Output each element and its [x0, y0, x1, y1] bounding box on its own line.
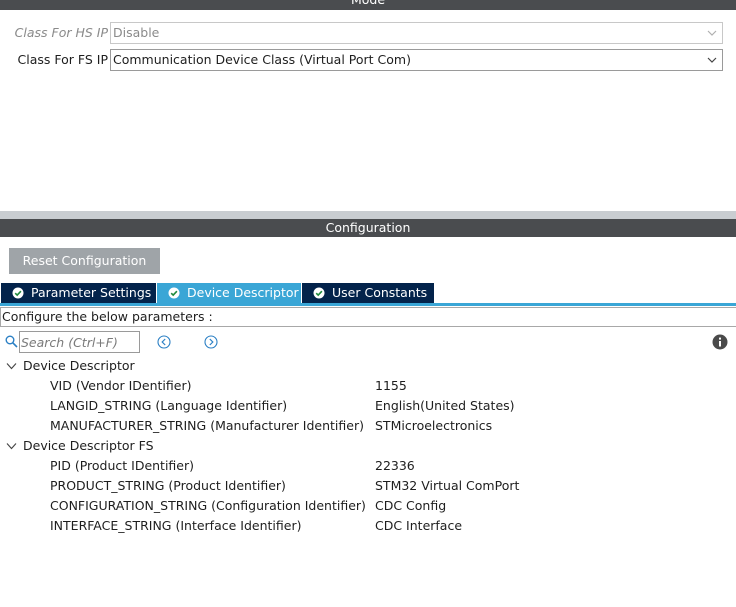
tab-user-constants[interactable]: User Constants: [302, 283, 434, 303]
param-row[interactable]: CONFIGURATION_STRING (Configuration Iden…: [0, 496, 736, 516]
search-input[interactable]: [19, 331, 140, 353]
tab-parameter-settings-label: Parameter Settings: [31, 285, 152, 300]
param-value[interactable]: 22336: [375, 456, 415, 476]
chevron-down-icon: [707, 30, 717, 36]
reset-configuration-button[interactable]: Reset Configuration: [9, 248, 160, 274]
group-title: Device Descriptor FS: [23, 438, 154, 453]
configure-instructions: Configure the below parameters :: [0, 307, 736, 327]
previous-match-icon[interactable]: [157, 335, 171, 349]
param-value[interactable]: STM32 Virtual ComPort: [375, 476, 519, 496]
param-row[interactable]: PRODUCT_STRING (Product Identifier) STM3…: [0, 476, 736, 496]
param-value[interactable]: CDC Interface: [375, 516, 462, 536]
check-circle-icon: [12, 287, 24, 299]
param-row[interactable]: PID (Product IDentifier) 22336: [0, 456, 736, 476]
param-name: CONFIGURATION_STRING (Configuration Iden…: [50, 498, 366, 513]
info-icon[interactable]: [712, 334, 728, 350]
class-for-hs-ip-value: Disable: [113, 25, 160, 40]
param-name: INTERFACE_STRING (Interface Identifier): [50, 518, 302, 533]
param-name: LANGID_STRING (Language Identifier): [50, 398, 288, 413]
configuration-section-header: Configuration: [0, 219, 736, 237]
param-name: VID (Vendor IDentifier): [50, 378, 192, 393]
param-row[interactable]: LANGID_STRING (Language Identifier) Engl…: [0, 396, 736, 416]
group-title: Device Descriptor: [23, 358, 135, 373]
class-for-fs-ip-label: Class For FS IP: [17, 52, 108, 67]
class-for-fs-ip-value: Communication Device Class (Virtual Port…: [113, 52, 411, 67]
tab-user-constants-label: User Constants: [332, 285, 428, 300]
configuration-tabs: Parameter Settings Device Descriptor Use…: [0, 282, 736, 306]
check-circle-icon: [313, 287, 325, 299]
param-value[interactable]: STMicroelectronics: [375, 416, 492, 436]
class-for-hs-ip-row: Class For HS IP Disable: [0, 22, 736, 44]
param-name: PID (Product IDentifier): [50, 458, 195, 473]
chevron-down-icon: [707, 57, 717, 63]
chevron-down-icon: [6, 363, 17, 370]
param-row[interactable]: VID (Vendor IDentifier) 1155: [0, 376, 736, 396]
param-row[interactable]: MANUFACTURER_STRING (Manufacturer Identi…: [0, 416, 736, 436]
class-for-fs-ip-row: Class For FS IP Communication Device Cla…: [0, 49, 736, 71]
tab-parameter-settings[interactable]: Parameter Settings: [1, 283, 156, 303]
mode-section-header: Mode: [0, 0, 736, 10]
check-circle-icon: [168, 287, 180, 299]
param-name: PRODUCT_STRING (Product Identifier): [50, 478, 286, 493]
chevron-down-icon: [6, 443, 17, 450]
tab-device-descriptor[interactable]: Device Descriptor: [157, 283, 301, 304]
class-for-fs-ip-select[interactable]: Communication Device Class (Virtual Port…: [110, 49, 723, 71]
class-for-hs-ip-label: Class For HS IP: [14, 25, 108, 40]
tab-strip-underline: [0, 303, 736, 306]
next-match-icon[interactable]: [204, 335, 218, 349]
param-value[interactable]: CDC Config: [375, 496, 446, 516]
group-device-descriptor[interactable]: Device Descriptor: [0, 356, 736, 376]
panel-splitter[interactable]: [0, 211, 736, 219]
param-name: MANUFACTURER_STRING (Manufacturer Identi…: [50, 418, 364, 433]
group-device-descriptor-fs[interactable]: Device Descriptor FS: [0, 436, 736, 456]
search-icon: [5, 335, 18, 348]
param-row[interactable]: INTERFACE_STRING (Interface Identifier) …: [0, 516, 736, 536]
class-for-hs-ip-select[interactable]: Disable: [110, 22, 723, 44]
param-value[interactable]: English(United States): [375, 396, 515, 416]
tab-device-descriptor-label: Device Descriptor: [187, 285, 299, 300]
param-value[interactable]: 1155: [375, 376, 407, 396]
